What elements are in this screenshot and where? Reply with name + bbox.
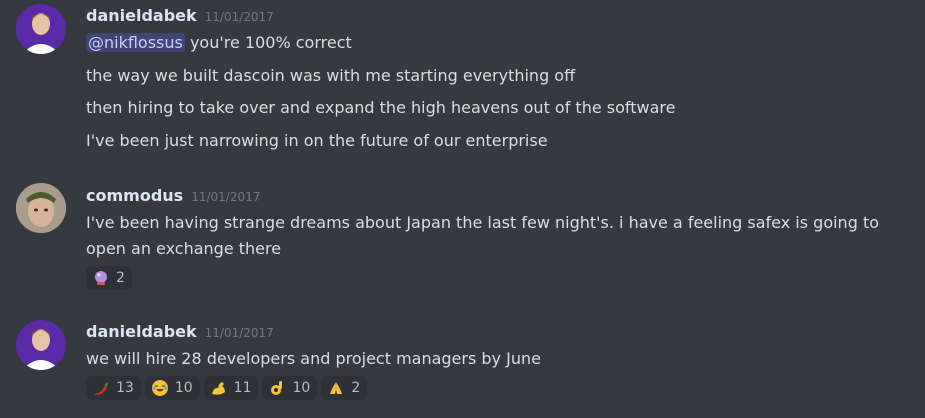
flexed-biceps-icon	[210, 379, 228, 397]
avatar[interactable]	[16, 183, 66, 233]
message-header: commodus 11/01/2017	[86, 186, 260, 205]
crystal-ball-icon	[92, 269, 110, 287]
reaction-count: 10	[292, 380, 311, 396]
message-header: danieldabek 11/01/2017	[86, 322, 274, 341]
message-line: I've been just narrowing in on the futur…	[86, 131, 548, 150]
reaction-count: 2	[351, 380, 361, 396]
reaction-button[interactable]: 2	[321, 376, 368, 400]
folded-hands-icon	[327, 379, 345, 397]
reaction-button[interactable]: 11	[203, 376, 259, 400]
timestamp: 11/01/2017	[191, 190, 261, 204]
joy-face-icon	[151, 379, 169, 397]
timestamp: 11/01/2017	[204, 326, 274, 340]
avatar[interactable]	[16, 4, 66, 54]
reaction-count: 10	[174, 380, 193, 396]
message-header: danieldabek 11/01/2017	[86, 6, 274, 25]
message-line: I've been having strange dreams about Ja…	[86, 213, 879, 232]
ok-hand-icon	[268, 379, 286, 397]
reaction-count: 11	[233, 380, 252, 396]
message-line: @nikflossus you're 100% correct	[86, 33, 352, 52]
reaction-bar: 2	[86, 266, 132, 290]
reaction-count: 13	[116, 380, 134, 396]
message-group: commodus 11/01/2017 I've been having stra…	[0, 180, 925, 300]
reaction-count: 2	[116, 270, 125, 286]
reaction-bar: 13 10 11 10 2	[86, 376, 368, 400]
reaction-button[interactable]: 13	[86, 376, 141, 400]
message-text: open an exchange there	[86, 239, 282, 258]
reaction-button[interactable]: 2	[86, 266, 132, 290]
username[interactable]: danieldabek	[86, 6, 197, 25]
message-line: we will hire 28 developers and project m…	[86, 349, 541, 368]
message-text: you're 100% correct	[184, 33, 352, 52]
message-text: the way we built dascoin was with me sta…	[86, 66, 576, 85]
user-mention[interactable]: @nikflossus	[86, 33, 185, 52]
username[interactable]: danieldabek	[86, 322, 197, 341]
message-line: open an exchange there	[86, 239, 281, 258]
message-text: I've been having strange dreams about Ja…	[86, 213, 879, 232]
chili-pepper-icon	[92, 379, 110, 397]
message-group: danieldabek 11/01/2017 we will hire 28 de…	[0, 316, 925, 416]
message-text: then hiring to take over and expand the …	[86, 98, 676, 117]
message-group: danieldabek 11/01/2017 @nikflossus you're…	[0, 0, 925, 170]
timestamp: 11/01/2017	[204, 10, 274, 24]
username[interactable]: commodus	[86, 186, 183, 205]
message-line: the way we built dascoin was with me sta…	[86, 66, 575, 85]
message-line: then hiring to take over and expand the …	[86, 98, 675, 117]
reaction-button[interactable]: 10	[262, 376, 318, 400]
message-text: I've been just narrowing in on the futur…	[86, 131, 548, 150]
avatar[interactable]	[16, 320, 66, 370]
message-text: we will hire 28 developers and project m…	[86, 349, 541, 368]
reaction-button[interactable]: 10	[144, 376, 200, 400]
